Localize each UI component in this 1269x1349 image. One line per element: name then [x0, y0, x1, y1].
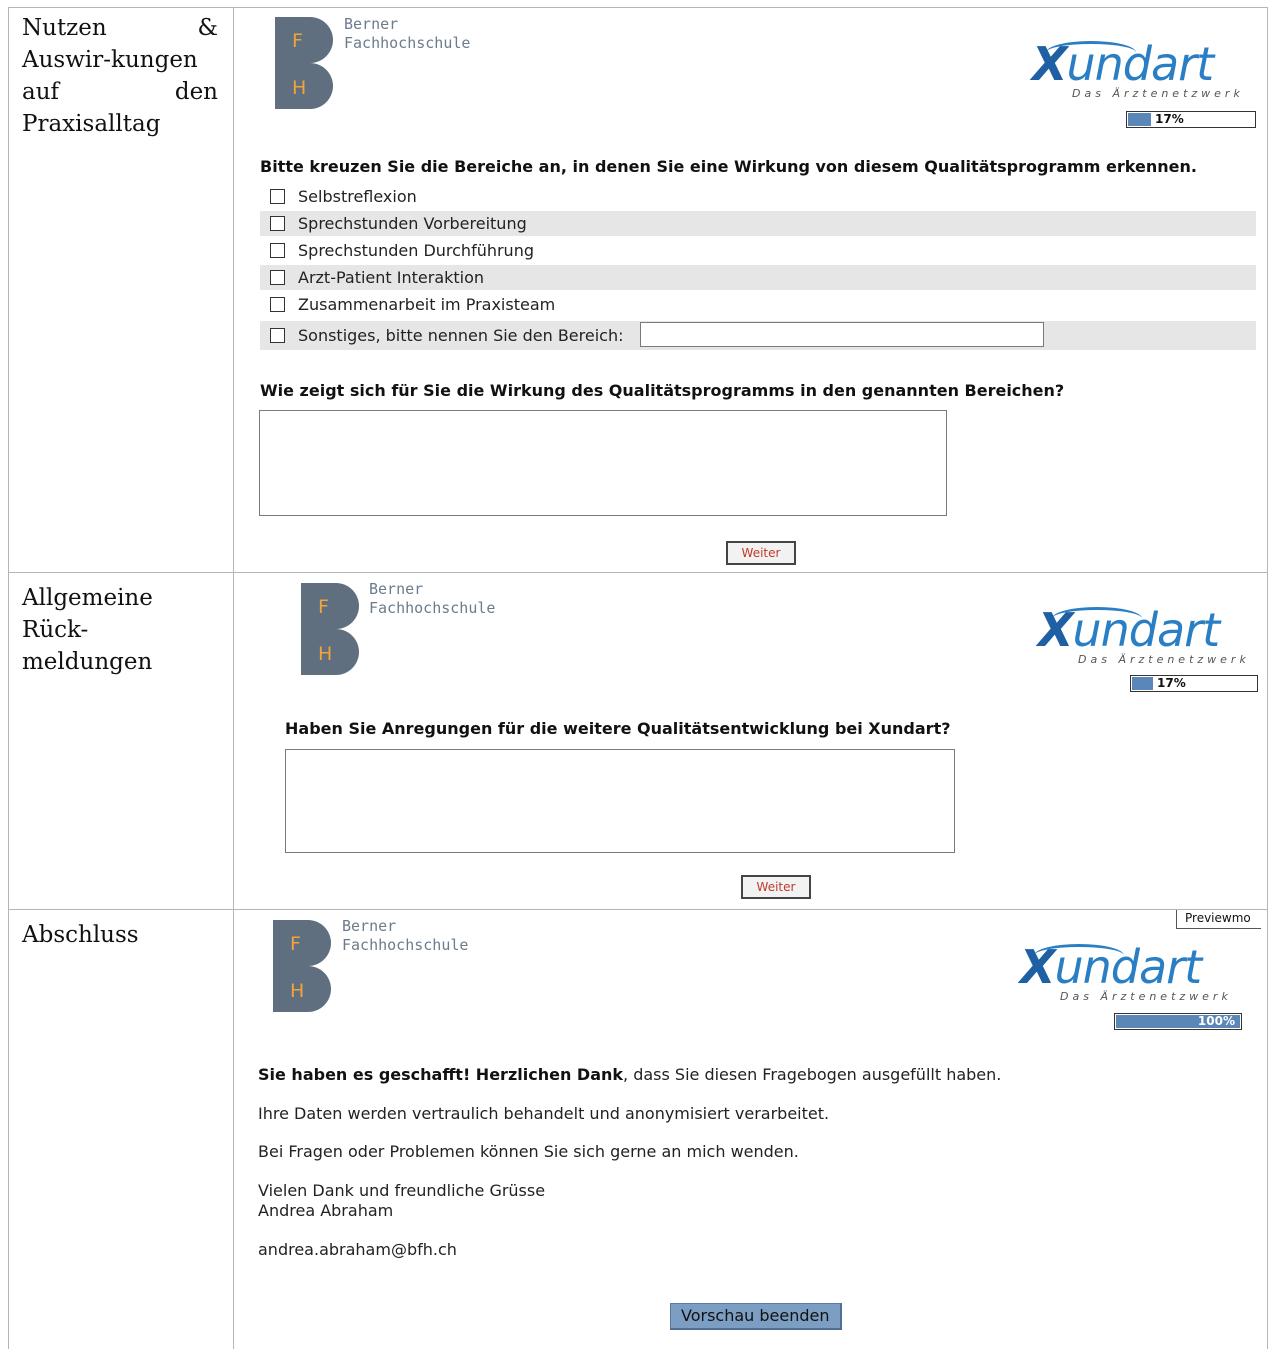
progress-fill: [1132, 677, 1153, 690]
option-label: Selbstreflexion: [298, 187, 417, 206]
progress-fill: [1128, 113, 1151, 126]
next-button[interactable]: Weiter: [726, 541, 796, 565]
xundart-logo: Xundart Das Ärztenetzwerk: [1020, 940, 1232, 1003]
option-row[interactable]: Arzt-Patient Interaktion: [260, 265, 1256, 290]
option-row[interactable]: Zusammenarbeit im Praxisteam: [260, 292, 1256, 317]
table-border-left: [8, 7, 9, 1349]
option-label: Zusammenarbeit im Praxisteam: [298, 295, 556, 314]
privacy-text: Ihre Daten werden vertraulich behandelt …: [258, 1104, 830, 1123]
survey-table: Nutzen & Auswir-kungen auf den Praxisall…: [8, 7, 1268, 1349]
option-label: Arzt-Patient Interaktion: [298, 268, 485, 287]
option-label: Sonstiges, bitte nennen Sie den Bereich:: [298, 326, 624, 345]
row-label-conclusion: Abschluss: [22, 922, 139, 948]
xundart-logo: Xundart Das Ärztenetzwerk: [1032, 37, 1244, 100]
option-row[interactable]: Selbstreflexion: [260, 184, 1256, 209]
checkbox[interactable]: [270, 328, 285, 343]
thank-you-text: Sie haben es geschafft! Herzlichen Dank,…: [258, 1065, 1002, 1084]
option-row[interactable]: Sprechstunden Durchführung: [260, 238, 1256, 263]
xundart-logo: Xundart Das Ärztenetzwerk: [1038, 603, 1250, 666]
checkbox[interactable]: [270, 270, 285, 285]
option-label: Sprechstunden Vorbereitung: [298, 214, 527, 233]
effects-textarea[interactable]: [259, 410, 947, 516]
progress-bar: 100%: [1114, 1013, 1242, 1030]
survey-page-conclusion: Previewmo F H Berner Fachhochschule Xunda…: [234, 910, 1268, 1349]
next-button[interactable]: Weiter: [741, 875, 811, 899]
question-effects: Wie zeigt sich für Sie die Wirkung des Q…: [260, 381, 1065, 400]
survey-page-benefits: F H Berner Fachhochschule Xundart Das Ärz…: [234, 7, 1268, 572]
progress-label: 17%: [1155, 112, 1184, 126]
end-preview-button[interactable]: Vorschau beenden: [670, 1303, 842, 1330]
suggestions-textarea[interactable]: [285, 749, 955, 853]
bfh-logo-text: Berner Fachhochschule: [342, 917, 469, 954]
survey-page-feedback: F H Berner Fachhochschule Xundart Das Ärz…: [234, 573, 1268, 909]
option-row-other[interactable]: Sonstiges, bitte nennen Sie den Bereich:: [260, 321, 1256, 350]
row-label-benefits: Nutzen & Auswir-kungen auf den Praxisall…: [22, 15, 218, 137]
row-label-feedback: Allgemeine Rück-meldungen: [22, 585, 153, 675]
progress-bar: 17%: [1130, 675, 1258, 692]
checkbox[interactable]: [270, 243, 285, 258]
author-name: Andrea Abraham: [258, 1201, 394, 1220]
checkbox[interactable]: [270, 297, 285, 312]
checkbox[interactable]: [270, 216, 285, 231]
author-email: andrea.abraham@bfh.ch: [258, 1240, 457, 1259]
progress-bar: 17%: [1126, 111, 1256, 128]
preview-mode-tag: Previewmo: [1176, 910, 1261, 929]
option-row[interactable]: Sprechstunden Vorbereitung: [260, 211, 1256, 236]
bfh-logo-text: Berner Fachhochschule: [369, 580, 496, 617]
other-area-input[interactable]: [640, 322, 1044, 347]
checkbox[interactable]: [270, 189, 285, 204]
question-areas: Bitte kreuzen Sie die Bereiche an, in de…: [260, 157, 1197, 176]
contact-text: Bei Fragen oder Problemen können Sie sic…: [258, 1142, 799, 1161]
closing-text: Vielen Dank und freundliche Grüsse: [258, 1181, 546, 1200]
progress-label: 100%: [1197, 1014, 1235, 1028]
progress-label: 17%: [1157, 676, 1186, 690]
bfh-logo-text: Berner Fachhochschule: [344, 15, 471, 52]
option-label: Sprechstunden Durchführung: [298, 241, 534, 260]
question-suggestions: Haben Sie Anregungen für die weitere Qua…: [285, 719, 951, 738]
